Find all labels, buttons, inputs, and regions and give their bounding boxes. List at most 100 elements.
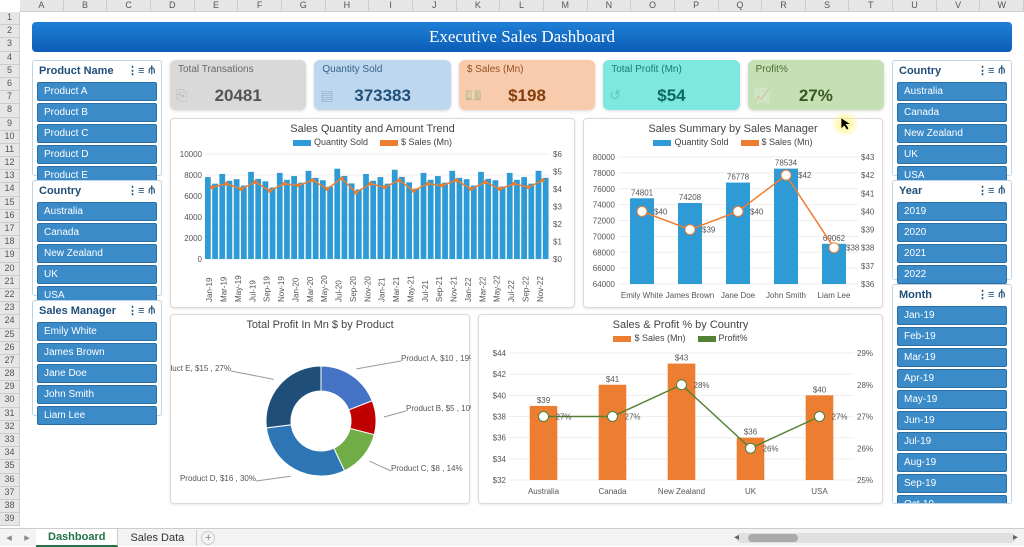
multi-select-icon[interactable]: ⋮≡ — [977, 184, 994, 197]
slicer-item[interactable]: New Zealand — [897, 124, 1007, 143]
scroll-thumb[interactable] — [748, 534, 798, 542]
slicer-sales-manager[interactable]: Sales Manager ⋮≡ ⫛ Emily White James Brown… — [32, 300, 162, 416]
slicer-item[interactable]: Jul-19 — [897, 432, 1007, 451]
slicer-item[interactable]: Mar-19 — [897, 348, 1007, 367]
slicer-item[interactable]: Product C — [37, 124, 157, 143]
chart-quantity-amount-trend[interactable]: Sales Quantity and Amount Trend Quantity… — [170, 118, 575, 308]
svg-text:$40: $40 — [654, 207, 668, 216]
clear-filter-icon[interactable]: ⫛ — [998, 64, 1005, 77]
slicer-item[interactable]: Jan-19 — [897, 306, 1007, 325]
multi-select-icon[interactable]: ⋮≡ — [977, 64, 994, 77]
svg-text:New Zealand: New Zealand — [658, 487, 705, 496]
svg-text:May-21: May-21 — [406, 275, 415, 302]
slicer-item[interactable]: Feb-19 — [897, 327, 1007, 346]
svg-text:Product B, $5 , 10%: Product B, $5 , 10% — [406, 404, 471, 413]
svg-text:27%: 27% — [625, 413, 641, 422]
kpi-row: Total Transations20481⎘Quantity Sold3733… — [170, 60, 884, 110]
slicer-item[interactable]: 2020 — [897, 223, 1007, 242]
slicer-item[interactable]: Australia — [37, 202, 157, 221]
svg-text:72000: 72000 — [593, 217, 616, 226]
svg-text:2000: 2000 — [184, 234, 202, 243]
svg-text:27%: 27% — [857, 413, 873, 422]
svg-text:76000: 76000 — [593, 185, 616, 194]
sheet-nav-first[interactable]: ◂ — [0, 531, 18, 544]
slicer-item[interactable]: 2019 — [897, 202, 1007, 221]
slicer-item[interactable]: Jane Doe — [37, 364, 157, 383]
slicer-item[interactable]: Apr-19 — [897, 369, 1007, 388]
chart-sales-by-manager[interactable]: Sales Summary by Sales Manager Quantity … — [583, 118, 883, 308]
clear-filter-icon[interactable]: ⫛ — [148, 304, 155, 317]
svg-text:Product E, $15 , 27%: Product E, $15 , 27% — [171, 364, 231, 373]
chart-sales-profit-by-country[interactable]: Sales & Profit % by Country $ Sales (Mn)… — [478, 314, 883, 504]
svg-text:$41: $41 — [606, 375, 620, 384]
svg-text:Jan-22: Jan-22 — [464, 277, 473, 302]
slicer-country-left[interactable]: Country ⋮≡⫛ AustraliaCanadaNew ZealandUK… — [32, 180, 162, 296]
slicer-year[interactable]: Year ⋮≡⫛ 2019202020212022 — [892, 180, 1012, 280]
svg-text:74208: 74208 — [679, 193, 702, 202]
slicer-item[interactable]: Jun-19 — [897, 411, 1007, 430]
svg-text:$42: $42 — [798, 171, 812, 180]
multi-select-icon[interactable]: ⋮≡ — [127, 304, 144, 317]
svg-text:27%: 27% — [556, 413, 572, 422]
slicer-item[interactable]: John Smith — [37, 385, 157, 404]
slicer-item[interactable]: James Brown — [37, 343, 157, 362]
clear-filter-icon[interactable]: ⫛ — [148, 184, 155, 197]
slicer-country-right[interactable]: Country ⋮≡⫛ AustraliaCanadaNew ZealandUK… — [892, 60, 1012, 176]
slicer-item[interactable]: Aug-19 — [897, 453, 1007, 472]
svg-text:Mar-19: Mar-19 — [220, 276, 229, 302]
slicer-item[interactable]: 2022 — [897, 265, 1007, 284]
clear-filter-icon[interactable]: ⫛ — [998, 288, 1005, 301]
clear-filter-icon[interactable]: ⫛ — [148, 64, 155, 77]
svg-text:66000: 66000 — [593, 264, 616, 273]
svg-text:4000: 4000 — [184, 213, 202, 222]
slicer-item[interactable]: Liam Lee — [37, 406, 157, 425]
slicer-item[interactable]: Canada — [897, 103, 1007, 122]
slicer-item[interactable]: Product B — [37, 103, 157, 122]
slicer-item[interactable]: Sep-19 — [897, 474, 1007, 493]
multi-select-icon[interactable]: ⋮≡ — [127, 184, 144, 197]
svg-text:Australia: Australia — [528, 487, 560, 496]
svg-text:Jul-19: Jul-19 — [248, 280, 257, 302]
slicer-title: Year — [899, 185, 922, 197]
svg-text:Sep-19: Sep-19 — [263, 276, 272, 302]
slicer-item[interactable]: May-19 — [897, 390, 1007, 409]
slicer-item[interactable]: 2021 — [897, 244, 1007, 263]
svg-text:10000: 10000 — [180, 150, 203, 159]
svg-text:$42: $42 — [493, 370, 507, 379]
svg-text:Sep-22: Sep-22 — [521, 276, 530, 302]
sheet-tab-dashboard[interactable]: Dashboard — [36, 529, 118, 547]
svg-text:$38: $38 — [861, 244, 875, 253]
sheet-tab-salesdata[interactable]: Sales Data — [118, 530, 197, 546]
kpi-card: Total Transations20481⎘ — [170, 60, 306, 110]
slicer-item[interactable]: Product A — [37, 82, 157, 101]
slicer-item[interactable]: Canada — [37, 223, 157, 242]
svg-text:74000: 74000 — [593, 201, 616, 210]
svg-text:$36: $36 — [493, 434, 507, 443]
svg-text:John Smith: John Smith — [766, 291, 806, 300]
clear-filter-icon[interactable]: ⫛ — [998, 184, 1005, 197]
svg-text:$42: $42 — [861, 171, 875, 180]
horizontal-scrollbar[interactable]: ◂ ▸ — [736, 533, 1016, 543]
slicer-item[interactable]: UK — [37, 265, 157, 284]
slicer-item[interactable]: New Zealand — [37, 244, 157, 263]
slicer-item[interactable]: Emily White — [37, 322, 157, 341]
svg-text:Jane Doe: Jane Doe — [721, 291, 756, 300]
sheet-tab-add[interactable]: + — [201, 531, 215, 545]
slicer-product[interactable]: Product Name ⋮≡⫛ Product AProduct BProdu… — [32, 60, 162, 176]
slicer-item[interactable]: Product D — [37, 145, 157, 164]
slicer-month[interactable]: Month ⋮≡⫛ Jan-19Feb-19Mar-19Apr-19May-19… — [892, 284, 1012, 504]
multi-select-icon[interactable]: ⋮≡ — [977, 288, 994, 301]
svg-text:$36: $36 — [861, 280, 875, 289]
svg-text:Jul-21: Jul-21 — [421, 280, 430, 302]
sheet-nav-prev[interactable]: ▸ — [18, 531, 36, 544]
svg-text:$43: $43 — [861, 153, 875, 162]
chart-profit-by-product[interactable]: Total Profit In Mn $ by Product Product … — [170, 314, 470, 504]
slicer-item[interactable]: Australia — [897, 82, 1007, 101]
slicer-title: Sales Manager — [39, 305, 116, 317]
kpi-icon: 📈 — [754, 87, 771, 104]
svg-text:Sep-21: Sep-21 — [435, 276, 444, 302]
multi-select-icon[interactable]: ⋮≡ — [127, 64, 144, 77]
slicer-item[interactable]: Oct-19 — [897, 495, 1007, 504]
svg-text:$39: $39 — [537, 396, 551, 405]
slicer-item[interactable]: UK — [897, 145, 1007, 164]
